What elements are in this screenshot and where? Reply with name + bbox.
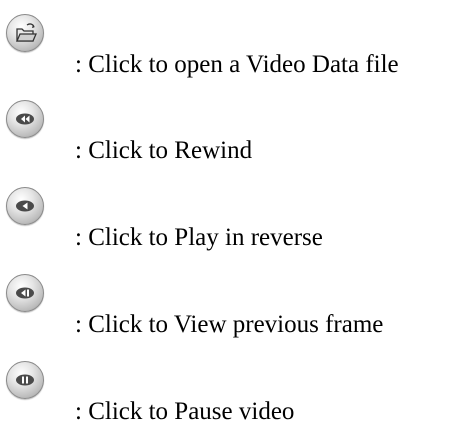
previous-frame-label: : Click to View previous frame	[75, 311, 384, 338]
open-file-label: : Click to open a Video Data file	[75, 51, 399, 78]
open-folder-icon	[16, 23, 37, 42]
play-reverse-button[interactable]	[6, 187, 44, 225]
entry-rewind: : Click to Rewind	[0, 92, 465, 178]
entry-pause: : Click to Pause video	[0, 353, 465, 439]
pause-icon	[16, 374, 34, 386]
entry-previous-frame: : Click to View previous frame	[0, 266, 465, 352]
previous-frame-icon	[16, 287, 34, 299]
play-reverse-icon	[16, 200, 34, 212]
previous-frame-button[interactable]	[6, 274, 44, 312]
pause-label: : Click to Pause video	[75, 398, 295, 425]
open-file-button[interactable]	[6, 14, 44, 52]
play-reverse-label: : Click to Play in reverse	[75, 224, 323, 251]
entry-open-file: : Click to open a Video Data file	[0, 6, 465, 92]
entry-play-reverse: : Click to Play in reverse	[0, 179, 465, 265]
rewind-label: : Click to Rewind	[75, 137, 253, 164]
rewind-icon	[16, 113, 34, 125]
pause-button[interactable]	[6, 361, 44, 399]
rewind-button[interactable]	[6, 100, 44, 138]
